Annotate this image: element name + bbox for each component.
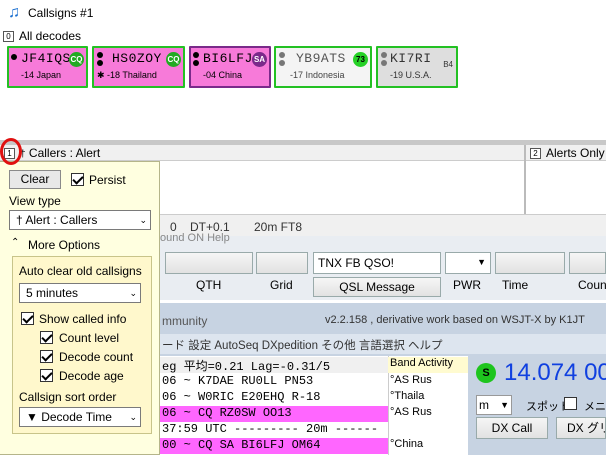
decode-country: °AS Rus (390, 406, 432, 418)
callsign-card-jf4iqs[interactable]: JF4IQS -14 Japan CQ (7, 46, 88, 88)
band-activity-label: Band Activity (388, 357, 468, 373)
card-subtext: -17 Indonesia (290, 70, 345, 80)
music-note-icon: ♫ (8, 4, 20, 21)
decode-country: °AS Rus (390, 374, 432, 386)
spot-checkbox[interactable] (564, 397, 577, 410)
dx-call-button[interactable]: DX Call (476, 417, 548, 439)
decode-count-checkbox[interactable] (40, 350, 53, 363)
callsign-card-bi6lfj[interactable]: BI6LFJ -04 China SA (189, 46, 271, 88)
decode-country: °Thaila (390, 390, 425, 402)
auto-clear-label: Auto clear old callsigns (19, 264, 142, 278)
chevron-up-icon[interactable]: ⌃ (11, 237, 19, 248)
all-decodes-label: All decodes (19, 29, 82, 43)
time-label: Time (502, 278, 529, 292)
card-callsign: YB9ATS (296, 51, 346, 66)
more-options-toggle[interactable]: More Options (28, 238, 100, 252)
pwr-label: PWR (453, 278, 481, 292)
section-index-box[interactable]: 2 (530, 148, 541, 160)
tx-message-field[interactable]: TNX FB QSO! (313, 252, 441, 274)
b4-tag: B4 (443, 60, 453, 69)
chevron-down-icon: ⌄ (129, 412, 137, 422)
section-index-box[interactable]: 0 (3, 31, 14, 43)
band-mode: 20m FT8 (254, 220, 303, 234)
card-subtext: -19 U.S.A. (390, 70, 432, 80)
card-subtext: -14 Japan (21, 70, 62, 80)
alerts-header: 2 Alerts Only (530, 146, 605, 161)
card-callsign: HS0ZOY (112, 51, 162, 66)
chevron-down-icon: ⌄ (139, 215, 147, 225)
s-status-icon[interactable]: S (476, 363, 496, 383)
highlight-circle (0, 138, 22, 165)
blank-button[interactable] (256, 252, 308, 274)
count-label: Coun (578, 278, 606, 292)
card-callsign: KI7RI (390, 51, 432, 66)
grid-label: Grid (270, 278, 293, 292)
decode-row[interactable]: 00 ~ CQ SA BI6LFJ OM64 (160, 438, 388, 454)
qth-label: QTH (196, 278, 222, 292)
menu-bar: ード 設定 AutoSeq DXpedition その他 言語選択 ヘルプ (160, 334, 606, 354)
decode-age-checkbox[interactable] (40, 369, 53, 382)
cq-badge: CQ (69, 52, 84, 67)
decode-row[interactable]: 06 ~ W0RIC E20EHQ R-18 (160, 390, 388, 406)
dx-grid-button[interactable]: DX グリ (556, 417, 606, 439)
menu-short: メニ (584, 401, 606, 413)
alerts-label: Alerts Only (546, 146, 605, 160)
sort-order-select[interactable]: ▼ Decode Time ⌄ (19, 407, 141, 427)
show-called-info-checkbox[interactable] (21, 312, 34, 325)
decode-age-label: Decode age (59, 369, 124, 383)
show-called-info-label: Show called info (39, 312, 127, 326)
decode-row[interactable]: 06 ~ CQ RZ0SW OO13 (160, 406, 388, 422)
menu-fragment: ound ON Help (160, 232, 230, 244)
callers-label: Callers : Alert (28, 146, 101, 160)
auto-clear-select[interactable]: 5 minutes ⌄ (19, 283, 141, 303)
persist-label: Persist (89, 173, 126, 187)
count-level-checkbox[interactable] (40, 331, 53, 344)
community-label: mmunity (162, 314, 208, 328)
count-level-label: Count level (59, 331, 120, 345)
chevron-down-icon: ▼ (477, 257, 486, 267)
decode-count-label: Decode count (59, 350, 134, 364)
blank-button[interactable] (569, 252, 606, 274)
callsign-card-hs0zoy[interactable]: HS0ZOY ✱ -18 Thailand CQ (92, 46, 185, 88)
clear-button[interactable]: Clear (9, 170, 61, 189)
card-subtext: -04 China (203, 70, 243, 80)
decode-row[interactable]: 06 ~ K7DAE RU0LL PN53 (160, 374, 388, 390)
more-options-group: Auto clear old callsigns 5 minutes ⌄ Sho… (12, 256, 152, 434)
card-subtext: ✱ -18 Thailand (97, 70, 157, 80)
view-type-label: View type (9, 194, 61, 208)
decode-country: °China (390, 438, 424, 450)
blank-button[interactable] (165, 252, 253, 274)
callsign-card-ki7ri[interactable]: KI7RI -19 U.S.A. B4 (376, 46, 458, 88)
view-type-select[interactable]: † Alert : Callers ⌄ (9, 210, 151, 230)
cq-badge: CQ (166, 52, 181, 67)
qsl-message-button[interactable]: QSL Message (313, 277, 441, 297)
pane-divider[interactable] (524, 145, 526, 215)
all-decodes-header: 0 All decodes (3, 29, 81, 44)
title-bar: ♫ Callsigns #1 (0, 0, 606, 26)
chevron-down-icon: ⌄ (129, 288, 137, 298)
window-title: Callsigns #1 (28, 6, 94, 20)
blank-button[interactable] (495, 252, 565, 274)
card-callsign: JF4IQS (21, 51, 71, 66)
frequency-display: 14.074 00 (504, 359, 606, 386)
sort-order-label: Callsign sort order (19, 390, 117, 404)
chevron-down-icon: ▼ (500, 400, 509, 410)
73-badge: 73 (353, 52, 368, 67)
sa-badge: SA (252, 52, 267, 67)
card-callsign: BI6LFJ (203, 51, 253, 66)
version-text: v2.2.158 , derivative work based on WSJT… (325, 314, 585, 326)
decode-row[interactable]: 37:59 UTC --------- 20m ------ (160, 422, 388, 438)
pwr-select[interactable]: ▼ (445, 252, 491, 274)
decode-country (388, 422, 468, 438)
main-window: mmunity v2.2.158 , derivative work based… (160, 303, 606, 455)
controls-panel: ound ON Help TNX FB QSO! ▼ QTH Grid QSL … (160, 232, 606, 300)
mode-select[interactable]: m ▼ (476, 395, 512, 415)
persist-checkbox[interactable] (71, 173, 84, 186)
stats-line: eg 平均=0.21 Lag=-0.31/5 (160, 357, 388, 374)
callsign-card-yb9ats[interactable]: YB9ATS -17 Indonesia 73 (274, 46, 372, 88)
